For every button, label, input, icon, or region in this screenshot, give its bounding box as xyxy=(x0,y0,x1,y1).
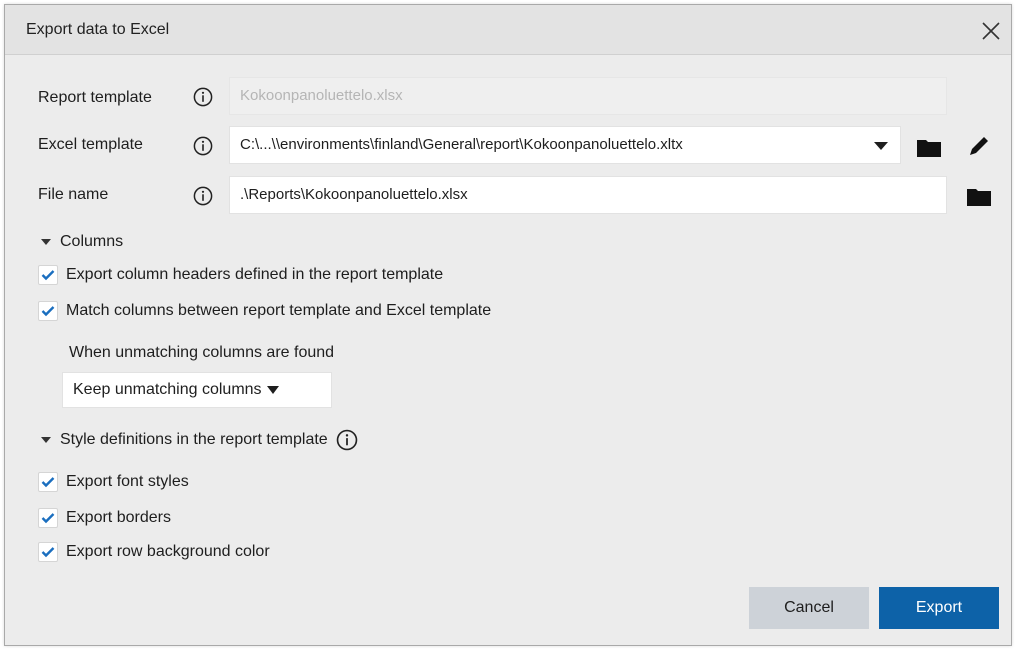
columns-section-title: Columns xyxy=(60,233,124,250)
folder-icon[interactable] xyxy=(967,188,991,211)
export-row-background-color-checkbox[interactable]: Export row background color xyxy=(38,542,270,562)
chevron-down-icon xyxy=(266,386,279,394)
dialog-title: Export data to Excel xyxy=(26,21,170,38)
checkbox-label: Export column headers defined in the rep… xyxy=(66,266,444,283)
file-name-value: .\Reports\Kokoonpanoluettelo.xlsx xyxy=(240,186,468,203)
checkbox-label: Export font styles xyxy=(66,473,189,490)
file-name-field[interactable]: .\Reports\Kokoonpanoluettelo.xlsx xyxy=(229,176,947,214)
checkbox-checked-icon xyxy=(38,508,58,528)
columns-section-toggle[interactable]: Columns xyxy=(41,233,123,251)
close-icon[interactable] xyxy=(977,17,1005,45)
expand-arrow-icon xyxy=(41,239,51,245)
info-icon[interactable] xyxy=(336,429,358,451)
report-template-value: Kokoonpanoluettelo.xlsx xyxy=(240,87,403,104)
match-columns-checkbox[interactable]: Match columns between report template an… xyxy=(38,301,491,321)
export-dialog: Export data to Excel Report template Kok… xyxy=(4,4,1012,646)
info-icon[interactable] xyxy=(193,186,213,206)
edit-pencil-icon[interactable] xyxy=(967,134,991,163)
export-button[interactable]: Export xyxy=(879,587,999,629)
style-definitions-section-toggle[interactable]: Style definitions in the report template xyxy=(41,429,358,451)
unmatching-columns-dropdown[interactable]: Keep unmatching columns xyxy=(62,372,332,408)
export-borders-checkbox[interactable]: Export borders xyxy=(38,508,171,528)
style-definitions-section-title: Style definitions in the report template xyxy=(60,431,328,448)
unmatching-columns-label: When unmatching columns are found xyxy=(69,344,335,361)
checkbox-checked-icon xyxy=(38,472,58,492)
export-font-styles-checkbox[interactable]: Export font styles xyxy=(38,472,189,492)
info-icon[interactable] xyxy=(193,136,213,156)
report-template-label: Report template xyxy=(38,89,152,106)
export-column-headers-checkbox[interactable]: Export column headers defined in the rep… xyxy=(38,265,443,285)
expand-arrow-icon xyxy=(41,437,51,443)
checkbox-label: Export borders xyxy=(66,509,171,526)
checkbox-label: Match columns between report template an… xyxy=(66,302,492,319)
folder-icon[interactable] xyxy=(917,139,941,162)
unmatching-columns-value: Keep unmatching columns xyxy=(73,381,262,398)
cancel-button[interactable]: Cancel xyxy=(749,587,869,629)
file-name-label: File name xyxy=(38,186,109,203)
info-icon[interactable] xyxy=(193,87,213,107)
excel-template-value: C:\...\\environments\finland\General\rep… xyxy=(240,136,683,153)
checkbox-label: Export row background color xyxy=(66,543,270,560)
checkbox-checked-icon xyxy=(38,265,58,285)
excel-template-select[interactable]: C:\...\\environments\finland\General\rep… xyxy=(229,126,901,164)
checkbox-checked-icon xyxy=(38,301,58,321)
title-bar: Export data to Excel xyxy=(5,5,1011,55)
report-template-field: Kokoonpanoluettelo.xlsx xyxy=(229,77,947,115)
excel-template-label: Excel template xyxy=(38,136,143,153)
chevron-down-icon xyxy=(874,142,888,150)
checkbox-checked-icon xyxy=(38,542,58,562)
